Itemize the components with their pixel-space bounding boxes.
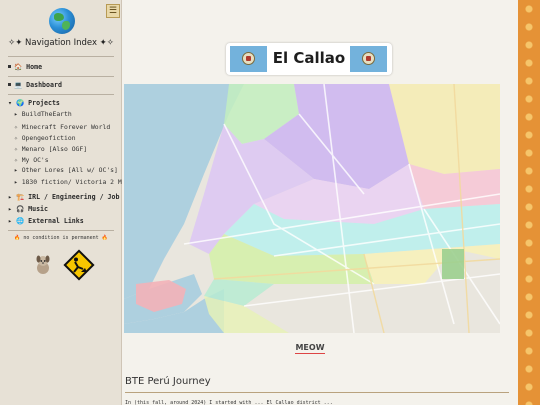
district-map[interactable]	[124, 84, 500, 333]
sidebar-item-projects[interactable]: ▾ 🌍 Projects	[8, 99, 60, 108]
page-title: El Callao	[272, 49, 346, 67]
sidebar: ☰ ✧✦ Navigation Index ✦✧ 🏠 Home 💻 Dashbo…	[0, 0, 129, 405]
main-content: El Callao MEOW BTE Perú Journey In (this…	[122, 0, 518, 405]
divider	[8, 94, 114, 95]
section-divider	[125, 392, 509, 393]
sidebar-item-home[interactable]: 🏠 Home	[8, 63, 42, 72]
section-heading: BTE Perú Journey	[125, 376, 211, 387]
sidebar-subitem-1830-fiction[interactable]: ▸ 1830 fiction/ Victoria 2 Mod	[14, 178, 129, 187]
sidebar-item-music[interactable]: ▸ 🎧 Music	[8, 205, 48, 214]
construction-sign-icon	[63, 249, 95, 281]
sidebar-item-external-links[interactable]: ▸ 🌐 External Links	[8, 217, 84, 226]
divider	[8, 56, 114, 57]
dog-icon	[36, 255, 50, 274]
sidebar-item-irl[interactable]: ▸ 🏗️ IRL / Engineering / Job	[8, 193, 119, 202]
sidebar-subitem-my-ocs[interactable]: ✧ My OC's	[14, 156, 49, 165]
decorative-pattern-border	[518, 0, 540, 405]
meow-link[interactable]: MEOW	[122, 343, 498, 354]
divider	[8, 230, 114, 231]
callao-flag-icon	[230, 46, 267, 72]
sidebar-title: ✧✦ Navigation Index ✦✧	[8, 38, 114, 48]
divider	[8, 76, 114, 77]
section-text: In (this fall, around 2024) I started wi…	[125, 400, 333, 405]
sidebar-subitem-other-lores[interactable]: ▸ Other Lores [All w/ OC's]	[14, 166, 118, 175]
title-card: El Callao	[226, 43, 392, 75]
sidebar-item-dashboard[interactable]: 💻 Dashboard	[8, 81, 62, 90]
sidebar-subitem-minecraft-forever[interactable]: ✧ Minecraft Forever World	[14, 123, 110, 132]
sidebar-subitem-opengeofiction[interactable]: ✧ Opengeofiction	[14, 134, 76, 143]
globe-logo-icon	[49, 8, 75, 34]
sidebar-subitem-menaro[interactable]: ✧ Menaro [Also OGF]	[14, 145, 87, 154]
sidebar-toggle-button[interactable]: ☰	[106, 4, 120, 18]
sidebar-subitem-buildtheearth[interactable]: ▸ BuildTheEarth	[14, 110, 72, 119]
motto-text: 🔥 no condition is permanent 🔥	[14, 235, 108, 241]
callao-flag-icon	[350, 46, 387, 72]
